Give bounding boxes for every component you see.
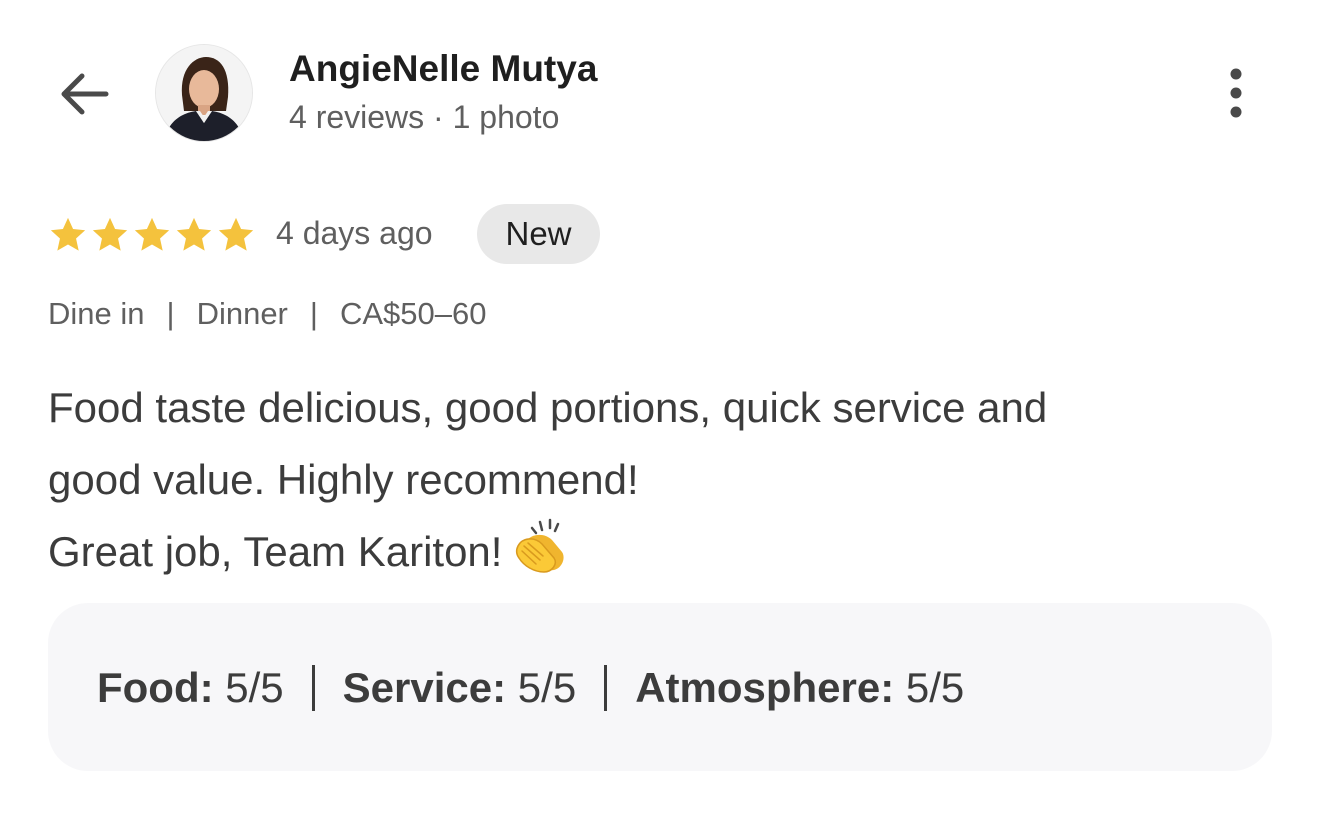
review-text: Food taste delicious, good portions, qui… [48,372,1278,588]
review-date: 4 days ago [276,215,433,251]
star-icon [50,217,86,251]
more-options-button[interactable] [1218,64,1254,124]
tag-meal: Dinner [196,296,288,331]
rating-divider [604,665,608,711]
tag-separator: | [166,296,175,331]
avatar[interactable] [156,45,252,141]
star-icon [92,217,128,251]
reviewer-stats: 4 reviews · 1 photo [289,99,560,135]
new-badge: New [477,204,600,264]
star-icon [218,217,254,251]
tag-price: CA$50–60 [339,296,487,331]
review-line: good value. Highly recommend! [48,456,639,503]
rating-divider [311,665,315,711]
rating-service: Service: 5/5 [342,664,577,711]
clapping-hands-icon [516,518,565,573]
star-icon [134,217,170,251]
review-line: Great job, Team Kariton! [48,516,1278,588]
back-button[interactable] [56,66,112,122]
star-rating [47,214,257,256]
rating-atmosphere: Atmosphere: 5/5 [635,664,965,711]
review-line: Food taste delicious, good portions, qui… [48,384,1048,431]
star-icon [176,217,212,251]
arrow-left-icon [61,73,109,115]
user-photo-icon [156,45,252,141]
review-tags: Dine in | Dinner | CA$50–60 [48,296,486,332]
tag-dining-mode: Dine in [48,296,145,331]
tag-separator: | [309,296,318,331]
category-ratings: Food: 5/5 Service: 5/5 Atmosphere: 5/5 [97,664,964,712]
reviewer-name[interactable]: AngieNelle Mutya [289,48,597,90]
rating-food: Food: 5/5 [97,664,284,711]
more-vertical-icon [1230,68,1242,118]
